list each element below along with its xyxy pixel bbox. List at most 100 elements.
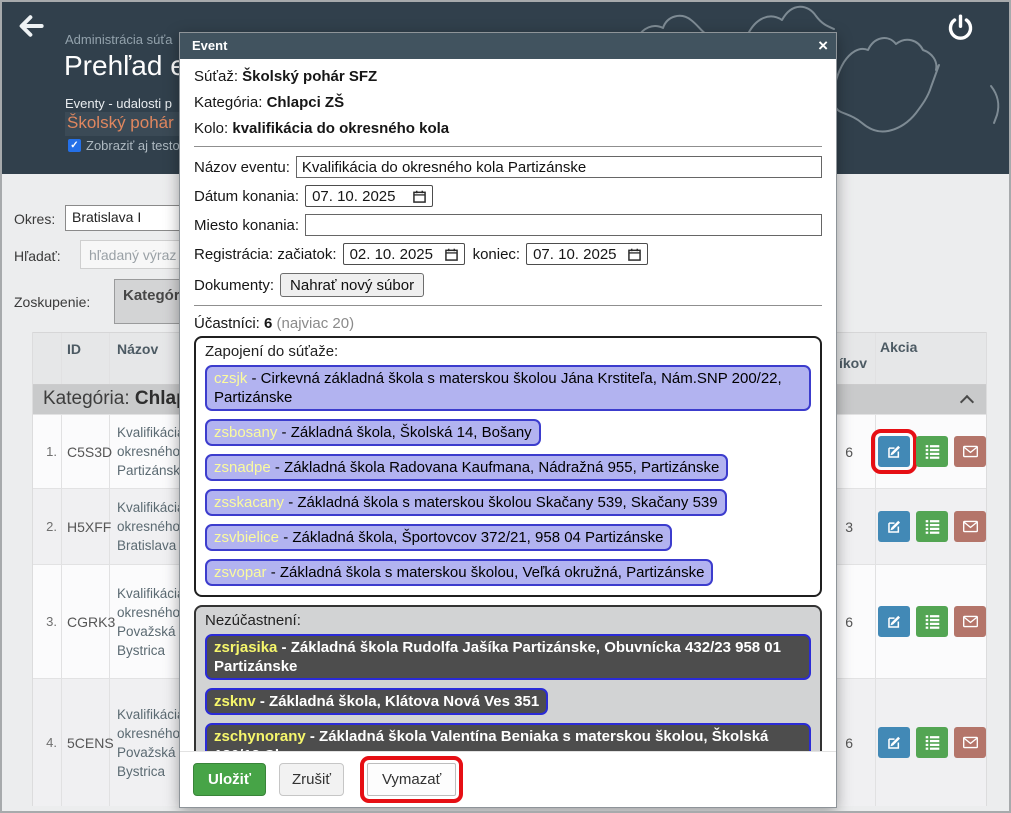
show-test-checkbox-row: ✓ Zobraziť aj testo xyxy=(68,138,180,153)
event-id: C5S3D xyxy=(67,415,112,488)
modal-title: Event xyxy=(192,38,227,53)
documents-row: Dokumenty: Nahrať nový súbor xyxy=(194,272,822,298)
event-name-row: Názov eventu: xyxy=(194,156,822,178)
col-header-nazov: Názov xyxy=(117,341,158,357)
nonparticipants-box-label: Nezúčastnení: xyxy=(205,612,811,629)
registration-start-value: 02. 10. 2025 xyxy=(350,246,433,263)
nonparticipant-pill[interactable]: zschynorany - Základná škola Valentína B… xyxy=(205,723,811,751)
modal-footer: Uložiť Zrušiť Vymazať xyxy=(180,751,836,807)
registration-start-label: Registrácia: začiatok: xyxy=(194,246,337,263)
participant-pill[interactable]: zsnadpe - Základná škola Radovana Kaufma… xyxy=(205,454,728,481)
email-button[interactable] xyxy=(954,436,986,467)
edit-event-button[interactable] xyxy=(878,606,910,637)
registration-end-input[interactable]: 07. 10. 2025 xyxy=(526,243,648,265)
participants-list: czsjk - Cirkevná základná škola s maters… xyxy=(205,365,811,586)
save-button[interactable]: Uložiť xyxy=(193,763,266,796)
column-divider xyxy=(875,415,876,488)
calendar-icon xyxy=(413,190,426,203)
participant-pill[interactable]: zsvbielice - Základná škola, Športovcov … xyxy=(205,524,672,551)
participants-count-line: Účastníci: 6 (najviac 20) xyxy=(194,315,822,332)
checkbox-checked-icon[interactable]: ✓ xyxy=(68,139,81,152)
col-header-count-partial: íkov xyxy=(839,355,867,371)
participant-pill[interactable]: zsskacany - Základná škola s materskou š… xyxy=(205,489,727,516)
cancel-button[interactable]: Zrušiť xyxy=(279,763,344,796)
page-title: Prehľad e xyxy=(64,50,186,82)
col-header-akcia: Akcia xyxy=(880,339,917,355)
column-divider xyxy=(61,415,62,488)
column-divider xyxy=(875,679,876,806)
event-modal: Event × Súťaž: Školský pohár SFZ Kategór… xyxy=(179,32,837,808)
email-button[interactable] xyxy=(954,511,986,542)
event-name-label: Názov eventu: xyxy=(194,159,290,176)
documents-label: Dokumenty: xyxy=(194,277,274,294)
event-id: 5CENS xyxy=(67,679,114,806)
registration-end-value: 07. 10. 2025 xyxy=(533,246,616,263)
calendar-icon xyxy=(628,248,641,261)
event-place-input[interactable] xyxy=(305,214,822,236)
email-button[interactable] xyxy=(954,606,986,637)
power-icon[interactable] xyxy=(943,12,977,46)
col-header-id: ID xyxy=(67,341,81,357)
upload-file-button[interactable]: Nahrať nový súbor xyxy=(280,273,424,297)
email-button[interactable] xyxy=(954,727,986,758)
zoskupenie-label: Zoskupenie: xyxy=(14,294,90,310)
event-place-label: Miesto konania: xyxy=(194,217,299,234)
page-subtitle: Eventy - udalosti p xyxy=(65,96,172,111)
calendar-icon xyxy=(445,248,458,261)
edit-event-button[interactable] xyxy=(878,511,910,542)
participant-pill[interactable]: czsjk - Cirkevná základná škola s maters… xyxy=(205,365,811,411)
nonparticipant-pill[interactable]: zsknv - Základná škola, Klátova Nová Ves… xyxy=(205,688,548,715)
breadcrumb: Administrácia súťa xyxy=(65,32,172,47)
participants-box-label: Zapojení do súťaže: xyxy=(205,343,811,360)
hladat-label: Hľadať: xyxy=(14,248,61,264)
action-buttons xyxy=(878,415,986,488)
event-id: H5XFF xyxy=(67,489,111,564)
back-arrow-icon[interactable] xyxy=(14,10,48,44)
event-date-row: Dátum konania: 07. 10. 2025 xyxy=(194,185,822,207)
column-divider xyxy=(875,565,876,678)
participants-list-button[interactable] xyxy=(916,727,948,758)
column-divider xyxy=(61,333,62,384)
event-date-value: 07. 10. 2025 xyxy=(312,188,395,205)
column-divider xyxy=(61,679,62,806)
row-number: 4. xyxy=(33,679,57,806)
okres-select[interactable]: Bratislava I xyxy=(65,205,197,231)
edit-event-button[interactable] xyxy=(878,436,910,467)
edit-event-button[interactable] xyxy=(878,727,910,758)
competition-link[interactable]: Školský pohár xyxy=(65,112,179,136)
nonparticipants-list: zsrjasika - Základná škola Rudolfa Jašík… xyxy=(205,634,811,751)
app-window: Administrácia súťa Prehľad e Eventy - ud… xyxy=(0,0,1011,813)
modal-body: Súťaž: Školský pohár SFZ Kategória: Chla… xyxy=(180,59,836,751)
event-date-input[interactable]: 07. 10. 2025 xyxy=(305,185,433,207)
event-place-row: Miesto konania: xyxy=(194,214,822,236)
row-number: 1. xyxy=(33,415,57,488)
registration-row: Registrácia: začiatok: 02. 10. 2025 koni… xyxy=(194,243,822,265)
delete-button[interactable]: Vymazať xyxy=(367,763,456,796)
okres-label: Okres: xyxy=(14,211,55,227)
column-divider xyxy=(61,565,62,678)
collapse-chevron-icon[interactable] xyxy=(960,395,974,409)
nonparticipant-pill[interactable]: zsrjasika - Základná škola Rudolfa Jašík… xyxy=(205,634,811,680)
action-buttons xyxy=(878,565,986,678)
participants-list-button[interactable] xyxy=(916,511,948,542)
column-divider xyxy=(875,489,876,564)
kolo-line: Kolo: kvalifikácia do okresného kola xyxy=(194,120,822,137)
column-divider xyxy=(875,333,876,384)
registration-start-input[interactable]: 02. 10. 2025 xyxy=(343,243,465,265)
participants-list-button[interactable] xyxy=(916,606,948,637)
close-icon[interactable]: × xyxy=(818,33,828,59)
column-divider xyxy=(61,489,62,564)
event-name-input[interactable] xyxy=(296,156,822,178)
nonparticipants-box: Nezúčastnení: zsrjasika - Základná škola… xyxy=(194,605,822,751)
participant-pill[interactable]: zsbosany - Základná škola, Školská 14, B… xyxy=(205,419,541,446)
row-number: 2. xyxy=(33,489,57,564)
kategoria-line: Kategória: Chlapci ZŠ xyxy=(194,94,822,111)
event-id: CGRK3 xyxy=(67,565,115,678)
action-buttons xyxy=(878,679,986,806)
action-buttons xyxy=(878,489,986,564)
participants-list-button[interactable] xyxy=(916,436,948,467)
divider xyxy=(194,146,822,147)
participant-pill[interactable]: zsvopar - Základná škola s materskou ško… xyxy=(205,559,713,586)
divider xyxy=(194,305,822,306)
modal-header: Event × xyxy=(180,33,836,59)
